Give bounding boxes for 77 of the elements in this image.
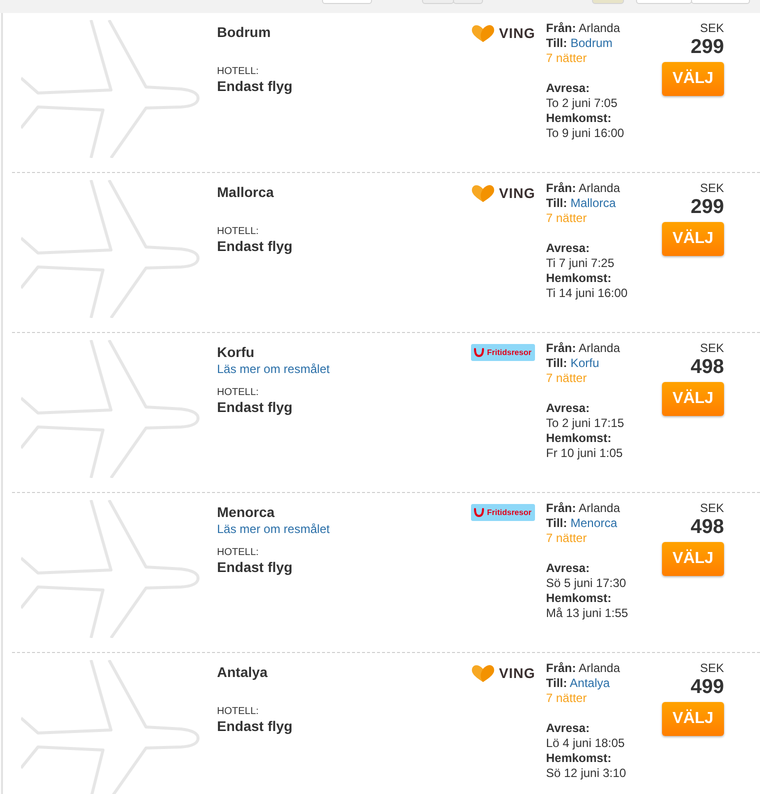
airplane-icon: [21, 660, 201, 794]
price-text: 498: [690, 356, 724, 379]
operator-logo: VING: [471, 184, 536, 202]
departure-time: Sö 5 juni 17:30: [546, 576, 628, 591]
hotel-name: Endast flyg: [217, 238, 294, 254]
destination-title: Bodrum: [217, 24, 272, 41]
destination-title: Mallorca: [217, 184, 275, 201]
select-button[interactable]: VÄLJ: [662, 222, 724, 256]
return-label: Hemkomst:: [546, 751, 612, 766]
currency-label: SEK: [700, 21, 724, 36]
hotel-label: HOTELL:: [217, 547, 260, 558]
airplane-icon: [21, 340, 201, 478]
price-text: 499: [690, 676, 724, 699]
departure-time: Ti 7 juni 7:25: [546, 256, 616, 271]
select-button[interactable]: VÄLJ: [662, 702, 724, 736]
departure-label: Avresa:: [546, 81, 591, 96]
departure-label: Avresa:: [546, 401, 591, 416]
departure-label: Avresa:: [546, 721, 591, 736]
nights-text: 7 nätter: [546, 51, 588, 66]
destination-text: Till: Korfu: [546, 356, 600, 371]
destination-title: Antalya: [217, 664, 269, 681]
hotel-label: HOTELL:: [217, 66, 260, 77]
select-button[interactable]: VÄLJ: [662, 382, 724, 416]
nights-text: 7 nätter: [546, 371, 588, 386]
price-text: 498: [690, 516, 724, 539]
operator-logo: VING: [471, 664, 536, 682]
destination-title: Korfu: [217, 344, 256, 361]
read-more-link[interactable]: Läs mer om resmålet: [217, 522, 471, 536]
nights-text: 7 nätter: [546, 691, 588, 706]
return-time: Sö 12 juni 3:10: [546, 766, 628, 781]
select-button[interactable]: VÄLJ: [662, 62, 724, 96]
nights-text: 7 nätter: [546, 531, 588, 546]
destination-title: Menorca: [217, 504, 276, 521]
hotel-name: Endast flyg: [217, 718, 294, 734]
hotel-name: Endast flyg: [217, 399, 294, 415]
hotel-label: HOTELL:: [217, 387, 260, 398]
return-label: Hemkomst:: [546, 591, 612, 606]
origin-text: Från: Arlanda: [546, 341, 622, 356]
currency-label: SEK: [700, 341, 724, 356]
price-text: 299: [690, 36, 724, 59]
return-label: Hemkomst:: [546, 111, 612, 126]
destination-text: Till: Antalya: [546, 676, 611, 691]
hotel-name: Endast flyg: [217, 78, 294, 94]
hotel-label: HOTELL:: [217, 226, 260, 237]
return-time: Fr 10 juni 1:05: [546, 446, 624, 461]
origin-text: Från: Arlanda: [546, 181, 622, 196]
destination-text: Till: Menorca: [546, 516, 618, 531]
return-time: Må 13 juni 1:55: [546, 606, 630, 621]
origin-text: Från: Arlanda: [546, 661, 622, 676]
departure-label: Avresa:: [546, 241, 591, 256]
origin-text: Från: Arlanda: [546, 21, 622, 36]
nights-text: 7 nätter: [546, 211, 588, 226]
airplane-icon: [21, 180, 201, 318]
currency-label: SEK: [700, 181, 724, 196]
select-button[interactable]: VÄLJ: [662, 542, 724, 576]
departure-time: Lö 4 juni 18:05: [546, 736, 626, 751]
operator-logo: Fritidsresor: [471, 504, 535, 521]
return-time: To 9 juni 16:00: [546, 126, 626, 141]
currency-label: SEK: [700, 661, 724, 676]
read-more-link[interactable]: Läs mer om resmålet: [217, 362, 471, 376]
destination-text: Till: Mallorca: [546, 196, 617, 211]
origin-text: Från: Arlanda: [546, 501, 622, 516]
hotel-name: Endast flyg: [217, 559, 294, 575]
airplane-icon: [21, 500, 201, 638]
operator-logo: VING: [471, 24, 536, 42]
departure-label: Avresa:: [546, 561, 591, 576]
hotel-label: HOTELL:: [217, 706, 260, 717]
return-label: Hemkomst:: [546, 271, 612, 286]
departure-time: To 2 juni 17:15: [546, 416, 626, 431]
return-time: Ti 14 juni 16:00: [546, 286, 629, 301]
airplane-icon: [21, 20, 201, 158]
return-label: Hemkomst:: [546, 431, 612, 446]
destination-text: Till: Bodrum: [546, 36, 614, 51]
price-text: 299: [690, 196, 724, 219]
operator-logo: Fritidsresor: [471, 344, 535, 361]
currency-label: SEK: [700, 501, 724, 516]
departure-time: To 2 juni 7:05: [546, 96, 618, 111]
